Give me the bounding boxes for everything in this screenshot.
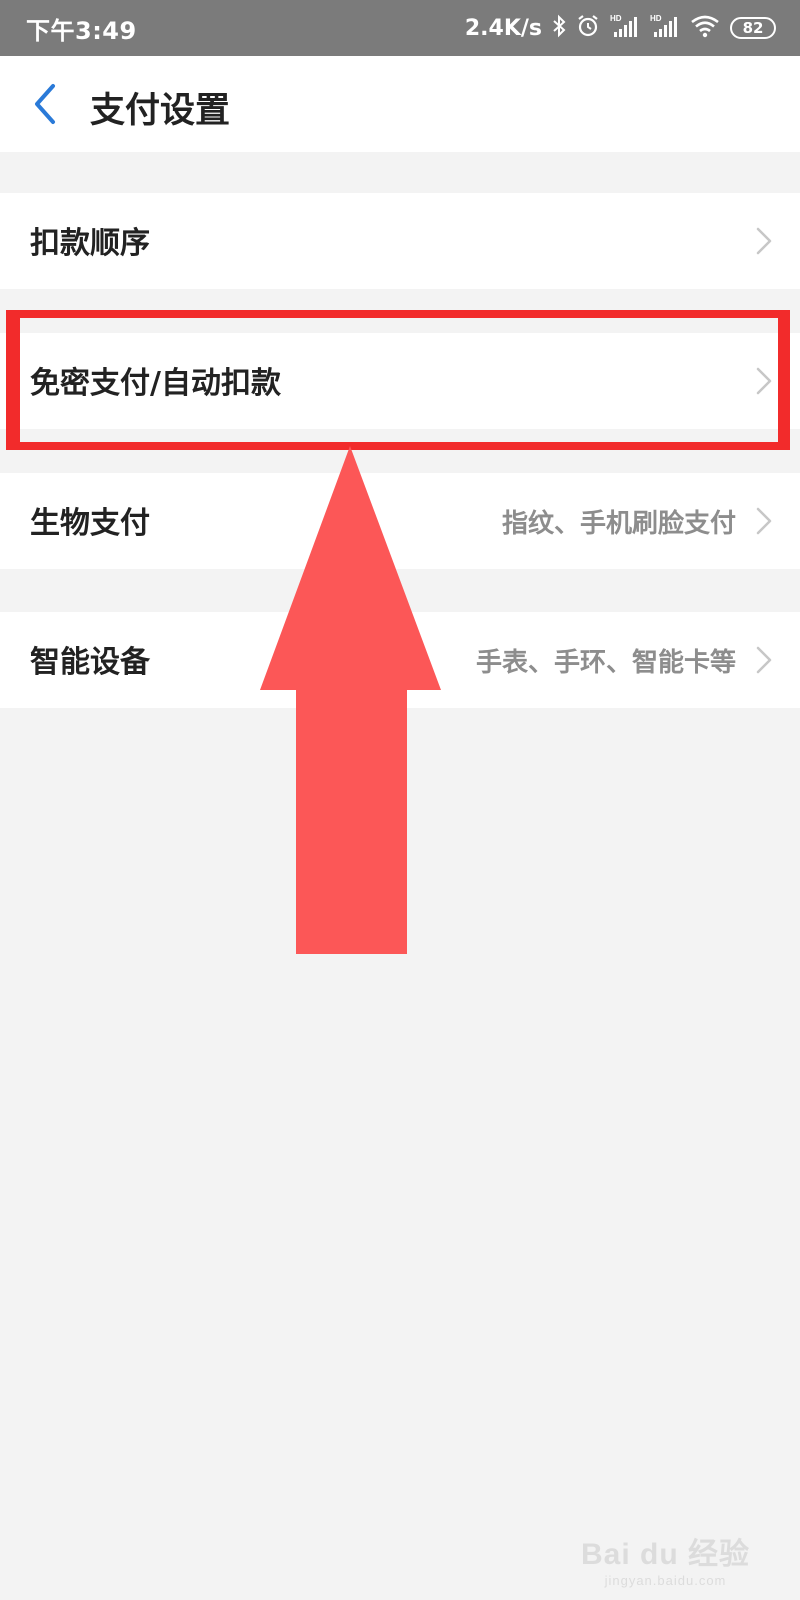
chevron-right-icon [756, 646, 772, 674]
setting-item-label: 生物支付 [30, 506, 150, 541]
setting-item-label: 免密支付/自动扣款 [30, 366, 281, 401]
svg-text:HD: HD [650, 14, 662, 23]
alarm-icon [576, 14, 600, 42]
setting-item-password-free-payment[interactable]: 免密支付/自动扣款 [0, 333, 800, 429]
chevron-right-icon [756, 507, 772, 535]
setting-item-value: 指纹、手机刷脸支付 [501, 509, 736, 539]
watermark-url: jingyan.baidu.com [604, 1573, 727, 1588]
chevron-right-icon [756, 367, 772, 395]
page-title: 支付设置 [90, 91, 231, 131]
status-time: 下午3:49 [26, 17, 137, 45]
chevron-left-icon [35, 84, 55, 124]
watermark: Bai du 经验 jingyan.baidu.com [581, 1529, 750, 1588]
setting-item-label: 扣款顺序 [30, 226, 150, 261]
setting-item-deduction-order[interactable]: 扣款顺序 [0, 193, 800, 289]
setting-item-label: 智能设备 [30, 645, 150, 680]
status-icons: 2.4K/s HD HD 82 [465, 0, 776, 56]
status-bar: 下午3:49 2.4K/s HD HD 82 [0, 0, 800, 56]
back-button[interactable] [26, 78, 66, 130]
bluetooth-icon [552, 14, 566, 42]
hd-signal-icon: HD [610, 13, 640, 43]
watermark-logo: Bai du 经验 [580, 1538, 750, 1571]
setting-item-value: 手表、手环、智能卡等 [475, 648, 736, 678]
network-speed: 2.4K/s [464, 15, 542, 41]
wifi-icon [690, 14, 720, 42]
hd-signal-icon: HD [650, 13, 680, 43]
battery-icon: 82 [730, 17, 776, 39]
setting-item-biometric-payment[interactable]: 生物支付 指纹、手机刷脸支付 [0, 473, 800, 569]
setting-item-smart-devices[interactable]: 智能设备 手表、手环、智能卡等 [0, 612, 800, 708]
chevron-right-icon [756, 227, 772, 255]
svg-text:HD: HD [610, 14, 622, 23]
nav-bar: 支付设置 [0, 56, 800, 152]
